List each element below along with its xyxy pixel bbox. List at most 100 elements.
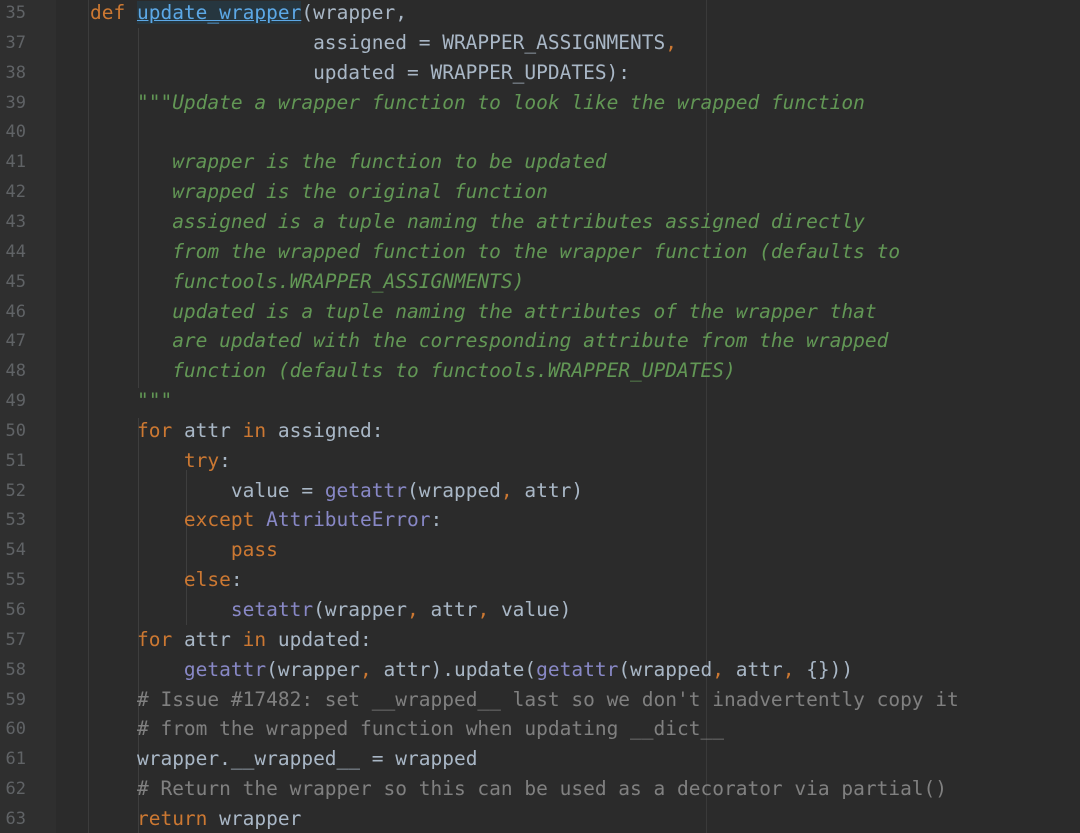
code-token: ,	[712, 657, 736, 681]
code-line[interactable]: 38 updated = WRAPPER_UPDATES):	[0, 58, 1080, 88]
line-number: 61	[5, 749, 26, 770]
code-line[interactable]: 43 assigned is a tuple naming the attrib…	[0, 207, 1080, 237]
code-token: for	[136, 418, 184, 442]
code-line[interactable]: 58 getattr(wrapper, attr).update(getattr…	[0, 655, 1080, 685]
code-line[interactable]: 42 wrapped is the original function	[0, 177, 1080, 207]
code-token: are updated with the corresponding attri…	[172, 329, 889, 353]
code-line[interactable]: 62 # Return the wrapper so this can be u…	[0, 774, 1080, 804]
code-token: ,	[407, 598, 431, 621]
line-code: for attr in updated:	[90, 625, 372, 655]
line-number: 62	[5, 779, 26, 800]
code-line[interactable]: 40	[0, 117, 1080, 147]
code-token: wrapper.__wrapped__ = wrapped	[136, 747, 478, 771]
code-token: """	[136, 389, 173, 413]
code-line[interactable]: 49 """	[0, 386, 1080, 416]
code-line[interactable]: 45 functools.WRAPPER_ASSIGNMENTS)	[0, 267, 1080, 297]
code-line[interactable]: 57 for attr in updated:	[0, 625, 1080, 655]
code-line[interactable]: 47 are updated with the corresponding at…	[0, 326, 1080, 356]
code-token: updated = WRAPPER_UPDATES):	[313, 60, 631, 84]
code-line[interactable]: 59 # Issue #17482: set __wrapped__ last …	[0, 685, 1080, 715]
line-code: try:	[90, 446, 231, 476]
code-token: (wrapped	[618, 657, 713, 681]
code-token: attr	[183, 627, 243, 651]
code-token: else	[183, 568, 231, 592]
code-line[interactable]: 39 """Update a wrapper function to look …	[0, 88, 1080, 118]
code-token: # Return the wrapper so this can be used…	[136, 777, 948, 801]
line-number: 49	[5, 391, 26, 412]
line-number: 63	[5, 808, 26, 829]
line-code: functools.WRAPPER_ASSIGNMENTS)	[90, 267, 524, 297]
line-number: 41	[5, 152, 26, 173]
code-line[interactable]: 50 for attr in assigned:	[0, 416, 1080, 446]
line-code: updated is a tuple naming the attributes…	[90, 297, 876, 327]
code-token: return	[136, 806, 220, 830]
code-line[interactable]: 53 except AttributeError:	[0, 505, 1080, 535]
code-token: ,	[665, 30, 678, 54]
code-token: value =	[230, 478, 325, 502]
line-code: wrapper is the function to be updated	[90, 147, 606, 177]
line-number: 38	[5, 62, 26, 83]
line-number: 39	[5, 92, 26, 113]
code-token: ,	[360, 657, 384, 681]
code-token: attr).update(	[383, 657, 537, 681]
code-line[interactable]: 37 assigned = WRAPPER_ASSIGNMENTS,	[0, 28, 1080, 58]
line-number: 35	[5, 3, 26, 23]
line-number: 53	[5, 510, 26, 531]
code-token: pass	[230, 538, 278, 562]
line-number: 59	[5, 689, 26, 710]
code-line[interactable]: 60 # from the wrapped function when upda…	[0, 714, 1080, 744]
code-token: value)	[500, 598, 572, 621]
code-line[interactable]: 63 return wrapper	[0, 804, 1080, 833]
line-number: 55	[5, 570, 26, 591]
line-number: 57	[5, 629, 26, 650]
code-line[interactable]: 44 from the wrapped function to the wrap…	[0, 237, 1080, 267]
code-line[interactable]: 48 function (defaults to functools.WRAPP…	[0, 356, 1080, 386]
line-number: 37	[5, 32, 26, 53]
code-line[interactable]: 55 else:	[0, 565, 1080, 595]
code-token: :	[230, 568, 243, 592]
code-token: wrapper,	[313, 1, 408, 24]
code-token: (	[301, 1, 314, 24]
line-code: except AttributeError:	[90, 505, 442, 535]
line-code: assigned is a tuple naming the attribute…	[90, 207, 865, 237]
line-code: for attr in assigned:	[90, 416, 384, 446]
code-token: in	[242, 418, 278, 442]
code-line[interactable]: 54 pass	[0, 535, 1080, 565]
code-token: updated:	[277, 627, 372, 651]
line-number: 58	[5, 659, 26, 680]
code-token: wrapper	[219, 806, 302, 830]
line-code: # Issue #17482: set __wrapped__ last so …	[90, 685, 959, 715]
code-line[interactable]: 46 updated is a tuple naming the attribu…	[0, 297, 1080, 327]
line-code: wrapped is the original function	[90, 177, 548, 207]
line-code: wrapper.__wrapped__ = wrapped	[90, 744, 477, 774]
code-token: assigned:	[277, 418, 384, 442]
code-line[interactable]: 61 wrapper.__wrapped__ = wrapped	[0, 744, 1080, 774]
code-line[interactable]: 35 def update_wrapper(wrapper,	[0, 0, 1080, 28]
code-token: getattr	[183, 657, 267, 681]
code-line[interactable]: 51 try:	[0, 446, 1080, 476]
line-number: 46	[5, 301, 26, 322]
code-line[interactable]: 52 value = getattr(wrapped, attr)	[0, 476, 1080, 506]
code-token: attr	[430, 598, 478, 621]
line-code: assigned = WRAPPER_ASSIGNMENTS,	[90, 28, 677, 58]
code-token: function (defaults to functools.WRAPPER_…	[172, 359, 736, 383]
code-token: (wrapper	[266, 657, 361, 681]
code-line[interactable]: 56 setattr(wrapper, attr, value)	[0, 595, 1080, 625]
code-line[interactable]: 41 wrapper is the function to be updated	[0, 147, 1080, 177]
code-editor[interactable]: 35 def update_wrapper(wrapper, 37 assigned…	[0, 0, 1080, 833]
line-number: 48	[5, 361, 26, 382]
line-code: from the wrapped function to the wrapper…	[90, 237, 900, 267]
